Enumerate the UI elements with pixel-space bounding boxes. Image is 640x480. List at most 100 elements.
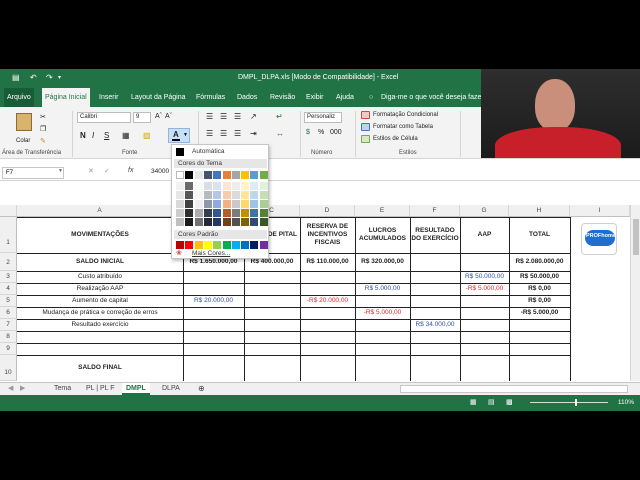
theme-color-swatch[interactable] [259, 182, 268, 190]
format-as-table-button[interactable]: Formatar como Tabela [373, 124, 433, 130]
theme-color-swatch[interactable] [194, 182, 203, 190]
wrap-text-icon[interactable]: ↵ [276, 112, 283, 121]
row-header[interactable]: 3 [0, 271, 17, 283]
cell-d5[interactable]: -R$ 20.000,00 [300, 295, 355, 307]
header-reserva-incentivos[interactable]: RESERVA DE INCENTIVOS FISCAIS [300, 217, 355, 253]
standard-color-swatch[interactable] [176, 241, 184, 249]
theme-color-swatch[interactable] [250, 191, 259, 199]
cell-a7[interactable]: Resultado exercício [17, 319, 183, 331]
cell-e6[interactable]: -R$ 5.000,00 [355, 307, 410, 319]
formula-input[interactable]: 34000 [151, 168, 169, 175]
align-bottom-icon[interactable]: ☰ [234, 112, 241, 121]
theme-color-swatch[interactable] [213, 218, 222, 226]
theme-color-swatch[interactable] [259, 191, 268, 199]
theme-color-swatch[interactable] [250, 182, 259, 190]
align-center-icon[interactable]: ☰ [220, 129, 227, 138]
standard-color-swatch[interactable] [241, 241, 250, 249]
header-aap[interactable]: AAP [460, 217, 509, 253]
theme-color-swatch[interactable] [231, 182, 240, 190]
redo-icon[interactable]: ↷ [46, 73, 53, 82]
theme-color-swatch[interactable] [250, 200, 259, 208]
theme-color-swatch[interactable] [213, 171, 222, 179]
zoom-slider-thumb[interactable] [575, 399, 577, 406]
theme-color-swatch[interactable] [241, 209, 250, 217]
format-painter-icon[interactable]: ✎ [40, 137, 46, 145]
tab-exibir[interactable]: Exibir [303, 88, 327, 107]
number-format-select[interactable]: Personaliz [304, 112, 342, 123]
tell-me-box[interactable]: Diga-me o que você deseja fazer [378, 88, 487, 107]
header-resultado-exercicio[interactable]: RESULTADO DO EXERCÍCIO [410, 217, 460, 253]
tab-dados[interactable]: Dados [234, 88, 260, 107]
standard-color-swatch[interactable] [185, 241, 194, 249]
theme-color-swatch[interactable] [194, 191, 203, 199]
theme-color-swatch[interactable] [185, 209, 194, 217]
font-name-select[interactable]: Calibri [77, 112, 131, 123]
shrink-font-icon[interactable]: Aˇ [165, 113, 172, 120]
theme-color-swatch[interactable] [231, 191, 240, 199]
cell-styles-button[interactable]: Estilos de Célula [373, 136, 418, 142]
cell-a5[interactable]: Aumento de capital [17, 295, 183, 307]
theme-color-swatch[interactable] [176, 218, 184, 226]
theme-color-swatch[interactable] [231, 200, 240, 208]
header-total[interactable]: TOTAL [509, 217, 570, 253]
cell-b5[interactable]: R$ 20.000,00 [183, 295, 244, 307]
theme-color-swatch[interactable] [222, 209, 231, 217]
theme-color-swatch[interactable] [185, 200, 194, 208]
theme-color-swatch[interactable] [222, 200, 231, 208]
theme-color-swatch[interactable] [194, 218, 203, 226]
merge-center-icon[interactable]: ↔ [276, 129, 284, 138]
cell-f7[interactable]: R$ 34.000,00 [410, 319, 460, 331]
theme-color-swatch[interactable] [222, 191, 231, 199]
theme-color-swatch[interactable] [231, 218, 240, 226]
next-sheet-icon[interactable]: ▶ [16, 383, 29, 395]
header-lucros-acumulados[interactable]: LUCROS ACUMULADOS [355, 217, 410, 253]
theme-color-swatch[interactable] [259, 200, 268, 208]
theme-color-swatch[interactable] [185, 218, 194, 226]
theme-color-swatch[interactable] [203, 218, 212, 226]
tab-inserir[interactable]: Inserir [96, 88, 121, 107]
align-left-icon[interactable]: ☰ [206, 129, 213, 138]
theme-color-swatch[interactable] [185, 171, 194, 179]
row-header[interactable]: 2 [0, 253, 17, 271]
row-header[interactable]: 6 [0, 307, 17, 319]
align-middle-icon[interactable]: ☰ [220, 112, 227, 121]
cell-a10[interactable]: SALDO FINAL [17, 355, 183, 381]
standard-color-swatch[interactable] [203, 241, 212, 249]
indent-icon[interactable]: ⇥ [250, 129, 257, 138]
theme-color-swatch[interactable] [241, 200, 250, 208]
theme-color-swatch[interactable] [203, 182, 212, 190]
theme-color-swatch[interactable] [203, 209, 212, 217]
standard-color-swatch[interactable] [213, 241, 222, 249]
scrollbar-thumb[interactable] [633, 219, 639, 255]
tab-layout-da-pagina[interactable]: Layout da Página [128, 88, 189, 107]
theme-color-swatch[interactable] [176, 209, 184, 217]
paste-icon[interactable] [16, 113, 32, 131]
standard-color-swatch[interactable] [250, 241, 259, 249]
cell-a4[interactable]: Realização AAP [17, 283, 183, 295]
standard-color-swatch[interactable] [231, 241, 240, 249]
sheet-tab-dlpa[interactable]: DLPA [158, 383, 184, 395]
theme-color-swatch[interactable] [231, 209, 240, 217]
normal-view-icon[interactable]: ▦ [470, 398, 477, 406]
theme-color-swatch[interactable] [259, 171, 268, 179]
cut-icon[interactable]: ✂ [40, 113, 46, 121]
select-all-corner[interactable] [0, 205, 17, 217]
orientation-icon[interactable]: ↗ [250, 112, 257, 121]
borders-icon[interactable]: ▦ [122, 131, 130, 140]
cell-e4[interactable]: R$ 5.000,00 [355, 283, 410, 295]
column-header-i[interactable]: I [570, 205, 630, 217]
column-header-f[interactable]: F [410, 205, 460, 217]
cell-g4[interactable]: -R$ 5.000,00 [460, 283, 509, 295]
column-header-g[interactable]: G [460, 205, 509, 217]
sheet-tab-tema[interactable]: Tema [50, 383, 75, 395]
percent-icon[interactable]: % [318, 129, 324, 136]
standard-color-swatch[interactable] [259, 241, 268, 249]
theme-color-swatch[interactable] [259, 218, 268, 226]
theme-color-swatch[interactable] [176, 200, 184, 208]
save-icon[interactable]: ▤ [12, 73, 20, 82]
theme-color-swatch[interactable] [194, 171, 203, 179]
theme-color-swatch[interactable] [241, 191, 250, 199]
theme-color-swatch[interactable] [203, 191, 212, 199]
zoom-level[interactable]: 110% [618, 399, 634, 406]
theme-color-swatch[interactable] [176, 191, 184, 199]
